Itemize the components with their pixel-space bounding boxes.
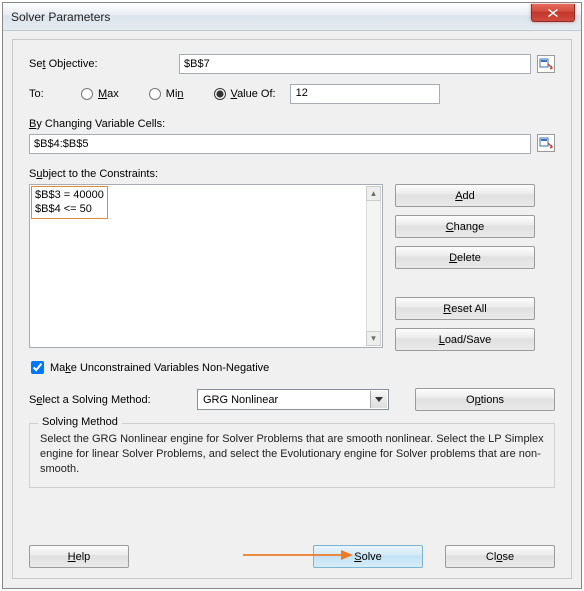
constraints-listbox[interactable]: $B$3 = 40000 $B$4 <= 50 ▴ ▾	[29, 184, 383, 348]
value-of-input[interactable]: 12	[290, 84, 440, 104]
radio-value-of[interactable]: Value Of:	[214, 88, 276, 100]
add-button[interactable]: Add	[395, 184, 535, 207]
close-icon[interactable]	[531, 4, 575, 22]
delete-button[interactable]: Delete	[395, 246, 535, 269]
radio-min[interactable]: Min	[149, 88, 184, 100]
solving-method-description: Select the GRG Nonlinear engine for Solv…	[40, 432, 544, 477]
solver-dialog: Solver Parameters Set Objective: $B$7 To…	[2, 2, 582, 589]
constraints-label: Subject to the Constraints:	[29, 168, 555, 180]
collapse-dialog-icon[interactable]	[537, 55, 555, 73]
radio-min-input[interactable]	[149, 88, 161, 100]
nonneg-label: Make Unconstrained Variables Non-Negativ…	[50, 362, 269, 374]
constraint-item[interactable]: $B$4 <= 50	[35, 202, 104, 216]
select-method-label: Select a Solving Method:	[29, 394, 185, 406]
solving-method-legend: Solving Method	[38, 416, 122, 428]
solve-button[interactable]: Solve	[313, 545, 423, 568]
to-label: To:	[29, 88, 81, 100]
scrollbar-track[interactable]	[366, 201, 381, 331]
reset-all-button[interactable]: Reset All	[395, 297, 535, 320]
help-button[interactable]: Help	[29, 545, 129, 568]
method-value: GRG Nonlinear	[203, 394, 278, 406]
collapse-dialog-icon[interactable]	[537, 134, 555, 152]
dialog-content: Set Objective: $B$7 To: Max M	[12, 39, 572, 579]
nonneg-checkbox-row[interactable]: Make Unconstrained Variables Non-Negativ…	[29, 361, 555, 374]
constraints-highlight: $B$3 = 40000 $B$4 <= 50	[31, 186, 108, 219]
method-dropdown[interactable]: GRG Nonlinear	[197, 389, 389, 410]
scroll-up-icon[interactable]: ▴	[366, 186, 381, 201]
set-objective-label: Set Objective:	[29, 58, 179, 70]
radio-max[interactable]: Max	[81, 88, 119, 100]
window-title: Solver Parameters	[11, 10, 110, 24]
nonneg-checkbox[interactable]	[31, 361, 44, 374]
close-button[interactable]: Close	[445, 545, 555, 568]
solving-method-group: Solving Method Select the GRG Nonlinear …	[29, 423, 555, 488]
chevron-down-icon[interactable]	[370, 391, 387, 408]
changing-cells-input[interactable]: $B$4:$B$5	[29, 134, 531, 154]
changing-cells-label: By Changing Variable Cells:	[29, 118, 555, 130]
objective-input[interactable]: $B$7	[179, 54, 531, 74]
scroll-down-icon[interactable]: ▾	[366, 331, 381, 346]
load-save-button[interactable]: Load/Save	[395, 328, 535, 351]
radio-value-of-input[interactable]	[214, 88, 226, 100]
options-button[interactable]: Options	[415, 388, 555, 411]
change-button[interactable]: Change	[395, 215, 535, 238]
titlebar[interactable]: Solver Parameters	[3, 3, 581, 31]
constraint-item[interactable]: $B$3 = 40000	[35, 188, 104, 202]
radio-max-input[interactable]	[81, 88, 93, 100]
